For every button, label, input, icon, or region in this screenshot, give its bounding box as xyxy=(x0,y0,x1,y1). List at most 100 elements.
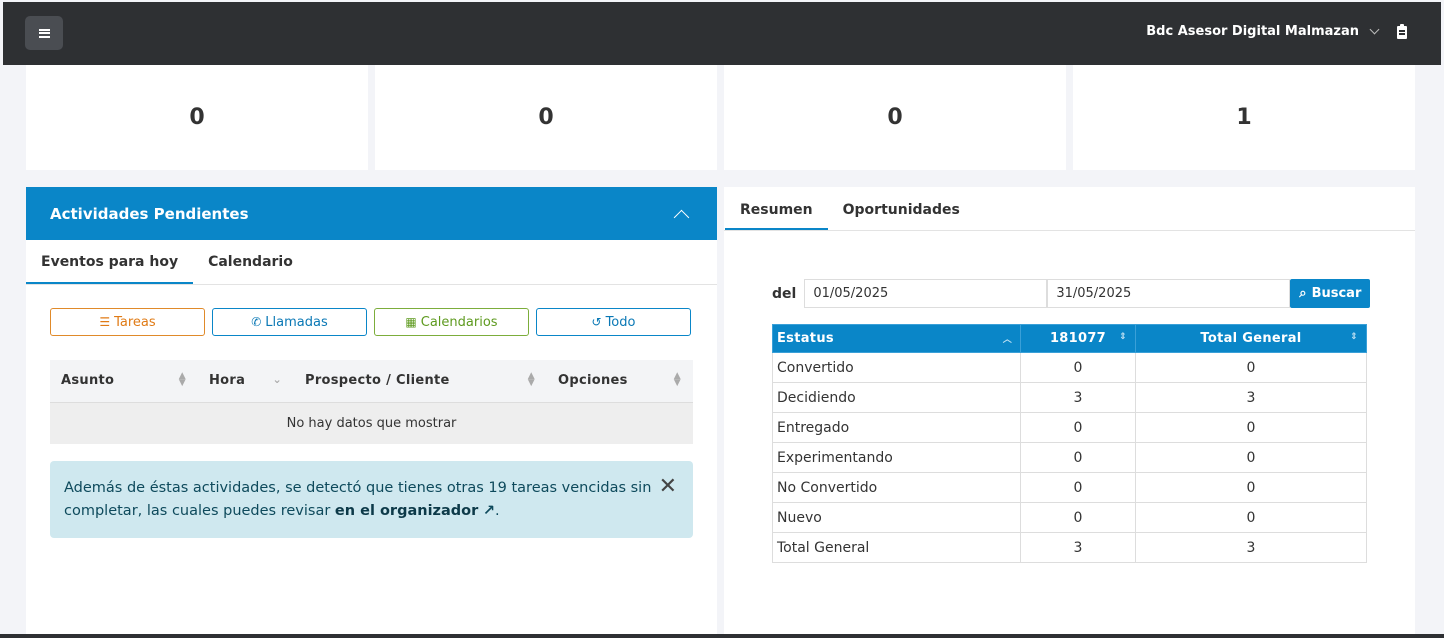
empty-message: No hay datos que mostrar xyxy=(50,402,693,444)
table-row: Nuevo 0 0 xyxy=(772,502,1367,533)
column-label: Opciones xyxy=(558,373,628,389)
total-cell: 0 xyxy=(1135,352,1367,383)
table-row: Total General 3 3 xyxy=(772,532,1367,563)
date-from-input[interactable]: 01/05/2025 xyxy=(804,279,1048,308)
column-label: Total General xyxy=(1200,331,1302,346)
activities-header[interactable]: Actividades Pendientes xyxy=(26,187,717,240)
sort-icon: ▲ ▼ xyxy=(673,371,681,389)
stat-card-1: 0 xyxy=(26,65,368,170)
filter-todo-button[interactable]: ↺ Todo xyxy=(536,308,691,336)
value-cell: 0 xyxy=(1020,502,1136,533)
chevron-down-icon xyxy=(1369,24,1380,35)
filter-label: Llamadas xyxy=(265,314,328,330)
table-row: Convertido 0 0 xyxy=(772,352,1367,383)
window-border xyxy=(0,634,1444,638)
total-cell: 0 xyxy=(1135,472,1367,503)
external-link-icon[interactable]: ↗ xyxy=(483,503,495,519)
clipboard-icon[interactable] xyxy=(1397,24,1407,39)
tasks-icon: ☰ xyxy=(99,315,111,329)
overdue-alert: Además de éstas actividades, se detectó … xyxy=(50,461,693,538)
alert-end: . xyxy=(495,503,500,519)
column-label: Prospecto / Cliente xyxy=(305,373,450,389)
column-header[interactable]: 181077 ⇕ xyxy=(1020,324,1136,353)
column-label: Asunto xyxy=(61,373,115,389)
activities-panel: Actividades Pendientes Eventos para hoy … xyxy=(26,187,717,638)
value-cell: 3 xyxy=(1020,382,1136,413)
tab-eventos-hoy[interactable]: Eventos para hoy xyxy=(26,240,194,284)
top-navbar: Bdc Asesor Digital Malmazan xyxy=(3,2,1441,65)
value-cell: 0 xyxy=(1020,442,1136,473)
date-filter: del 01/05/2025 31/05/2025 ⌕ Buscar xyxy=(772,279,1371,308)
total-cell: 0 xyxy=(1135,502,1367,533)
history-icon: ↺ xyxy=(591,315,602,329)
status-cell: Experimentando xyxy=(772,442,1021,473)
sort-icon: ⇕ xyxy=(1350,332,1358,342)
calendar-icon: ▦ xyxy=(405,315,417,329)
filter-calendarios-button[interactable]: ▦ Calendarios xyxy=(374,308,529,336)
filter-label: Tareas xyxy=(114,314,156,330)
summary-tabs: Resumen Oportunidades xyxy=(724,187,1415,231)
column-header[interactable]: Total General ⇕ xyxy=(1135,324,1367,353)
column-label: 181077 xyxy=(1049,331,1107,346)
filter-label: Calendarios xyxy=(420,314,498,330)
table-row: Experimentando 0 0 xyxy=(772,442,1367,473)
status-cell: Nuevo xyxy=(772,502,1021,533)
user-name: Bdc Asesor Digital Malmazan xyxy=(1146,24,1359,39)
total-cell: 3 xyxy=(1135,382,1367,413)
total-cell: 0 xyxy=(1135,442,1367,473)
filter-buttons: ☰ Tareas ✆ Llamadas ▦ Calendarios ↺ Todo xyxy=(50,308,691,336)
sort-icon: ⌄ xyxy=(272,373,282,387)
stat-card-3: 0 xyxy=(724,65,1066,170)
value-cell: 0 xyxy=(1020,352,1136,383)
column-label: Hora xyxy=(209,373,246,389)
summary-table: Estatus ︿ 181077 ⇕ Total General ⇕ Converti… xyxy=(772,324,1367,563)
total-cell: 3 xyxy=(1135,532,1367,563)
hamburger-icon xyxy=(38,28,50,38)
user-menu[interactable]: Bdc Asesor Digital Malmazan xyxy=(1146,24,1380,39)
tab-resumen[interactable]: Resumen xyxy=(725,187,828,230)
status-cell: No Convertido xyxy=(772,472,1021,503)
close-icon[interactable]: ✕ xyxy=(659,475,677,498)
date-label: del xyxy=(772,285,797,302)
date-to-input[interactable]: 31/05/2025 xyxy=(1047,279,1291,308)
search-label: Buscar xyxy=(1311,286,1362,301)
column-label: Estatus xyxy=(777,331,834,346)
sort-icon: ▲ ▼ xyxy=(178,371,186,389)
table-row: Decidiendo 3 3 xyxy=(772,382,1367,413)
filter-llamadas-button[interactable]: ✆ Llamadas xyxy=(212,308,367,336)
events-table: Asunto ▲ ▼ Hora ⌄ Prospecto / Cliente ▲ ▼ Opc… xyxy=(50,360,693,444)
filter-label: Todo xyxy=(605,314,636,330)
summary-panel: Resumen Oportunidades del 01/05/2025 31/… xyxy=(724,187,1415,638)
status-cell: Convertido xyxy=(772,352,1021,383)
search-button[interactable]: ⌕ Buscar xyxy=(1290,279,1371,308)
activities-title: Actividades Pendientes xyxy=(50,204,249,223)
filter-tareas-button[interactable]: ☰ Tareas xyxy=(50,308,205,336)
status-cell: Total General xyxy=(772,532,1021,563)
value-cell: 0 xyxy=(1020,472,1136,503)
column-header[interactable]: Hora ⌄ xyxy=(198,360,294,403)
stat-card-4: 1 xyxy=(1073,65,1415,170)
tab-calendario[interactable]: Calendario xyxy=(193,240,308,284)
sort-icon: ︿ xyxy=(1002,335,1012,345)
table-row: No Convertido 0 0 xyxy=(772,472,1367,503)
table-row: Entregado 0 0 xyxy=(772,412,1367,443)
value-cell: 0 xyxy=(1020,412,1136,443)
status-cell: Decidiendo xyxy=(772,382,1021,413)
column-header[interactable]: Asunto ▲ ▼ xyxy=(50,360,198,403)
activities-tabs: Eventos para hoy Calendario xyxy=(26,240,717,285)
column-header[interactable]: Opciones ▲ ▼ xyxy=(547,360,693,403)
organizer-link[interactable]: en el organizador xyxy=(335,503,478,519)
search-icon: ⌕ xyxy=(1299,286,1307,301)
column-header[interactable]: Estatus ︿ xyxy=(772,324,1021,353)
status-cell: Entregado xyxy=(772,412,1021,443)
column-header[interactable]: Prospecto / Cliente ▲ ▼ xyxy=(294,360,547,403)
total-cell: 0 xyxy=(1135,412,1367,443)
menu-toggle-button[interactable] xyxy=(25,16,63,50)
value-cell: 3 xyxy=(1020,532,1136,563)
stat-card-2: 0 xyxy=(375,65,717,170)
sort-icon: ▲ ▼ xyxy=(527,371,535,389)
sort-icon: ⇕ xyxy=(1119,332,1127,342)
phone-icon: ✆ xyxy=(251,315,262,329)
chevron-up-icon[interactable] xyxy=(673,209,690,226)
tab-oportunidades[interactable]: Oportunidades xyxy=(828,187,975,230)
